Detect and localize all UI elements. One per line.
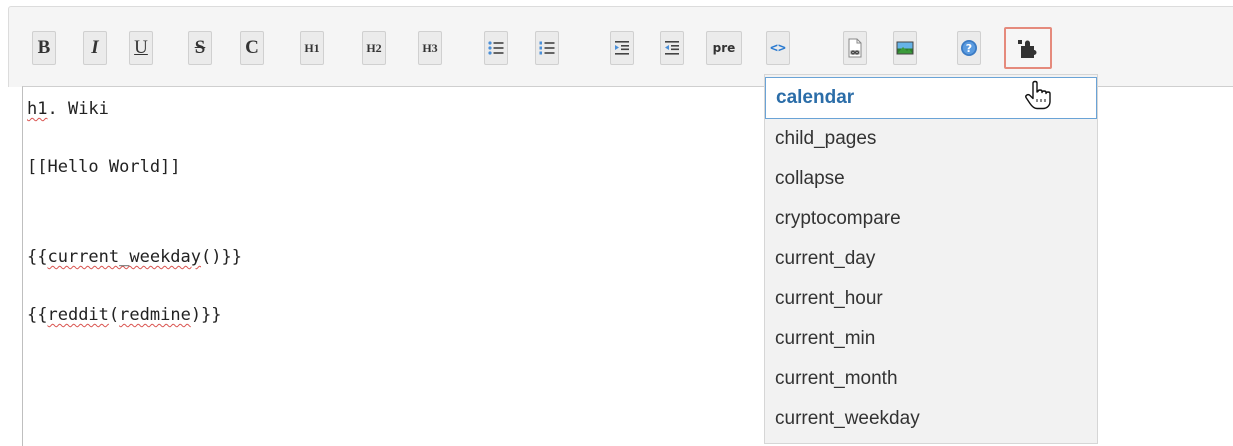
preformatted-icon: pre: [712, 41, 736, 55]
underline-button[interactable]: U: [129, 31, 153, 65]
macro-item-child-pages[interactable]: child_pages: [765, 119, 1097, 159]
ordered-list-icon: [539, 41, 555, 55]
macro-item-calendar[interactable]: calendar: [765, 77, 1097, 119]
svg-text:?: ?: [966, 42, 972, 55]
macro-item-current-month[interactable]: current_month: [765, 359, 1097, 399]
outdent-button[interactable]: [660, 31, 684, 65]
code-highlight-icon: <>: [770, 40, 786, 56]
heading-3-button[interactable]: H3: [418, 31, 442, 65]
italic-icon: I: [91, 37, 99, 58]
image-button[interactable]: [893, 31, 917, 65]
indent-icon: [615, 41, 629, 55]
strikethrough-button[interactable]: S: [188, 31, 212, 65]
macro-item-current-min[interactable]: current_min: [765, 319, 1097, 359]
unordered-list-button[interactable]: [484, 31, 508, 65]
macro-item-current-day[interactable]: current_day: [765, 239, 1097, 279]
code-highlight-button[interactable]: <>: [766, 31, 790, 65]
inline-code-button[interactable]: C: [240, 31, 264, 65]
bold-button[interactable]: B: [32, 31, 56, 65]
indent-button[interactable]: [610, 31, 634, 65]
strikethrough-icon: S: [194, 37, 206, 58]
heading-1-icon: H1: [304, 40, 320, 55]
editor-line-heading: h1. Wiki: [27, 99, 109, 119]
wiki-link-button[interactable]: [843, 31, 867, 65]
macro-item-cryptocompare[interactable]: cryptocompare: [765, 199, 1097, 239]
heading-1-button[interactable]: H1: [300, 31, 324, 65]
editor-line-macro-weekday: {{current_weekday()}}: [27, 247, 242, 267]
macro-item-collapse[interactable]: collapse: [765, 159, 1097, 199]
inline-code-icon: C: [245, 37, 259, 58]
spell-error-redmine: redmine: [119, 305, 191, 325]
preformatted-button[interactable]: pre: [706, 31, 742, 65]
puzzle-icon: [1018, 40, 1037, 58]
spell-error-reddit: reddit: [47, 305, 109, 325]
macro-item-current-weekday[interactable]: current_weekday: [765, 399, 1097, 439]
macro-dropdown[interactable]: calendar child_pages collapse cryptocomp…: [764, 74, 1098, 444]
macro-button[interactable]: [1004, 27, 1052, 69]
heading-2-button[interactable]: H2: [362, 31, 386, 65]
heading-2-icon: H2: [366, 40, 382, 55]
editor-line-wiki-link: [[Hello World]]: [27, 157, 181, 177]
heading-3-icon: H3: [422, 40, 438, 55]
italic-button[interactable]: I: [83, 31, 107, 65]
ordered-list-button[interactable]: [535, 31, 559, 65]
underline-icon: U: [134, 37, 148, 58]
unordered-list-icon: [488, 41, 504, 55]
bold-icon: B: [37, 37, 51, 58]
help-button[interactable]: ?: [957, 31, 981, 65]
help-icon: ?: [961, 40, 977, 56]
image-icon: [896, 41, 914, 55]
spell-error-current-weekday: current_weekday: [47, 247, 202, 267]
outdent-icon: [665, 41, 679, 55]
spell-error-h1: h1: [27, 99, 48, 119]
macro-item-current-hour[interactable]: current_hour: [765, 279, 1097, 319]
link-icon: [848, 38, 862, 58]
editor-line-macro-reddit: {{reddit(redmine)}}: [27, 305, 222, 325]
